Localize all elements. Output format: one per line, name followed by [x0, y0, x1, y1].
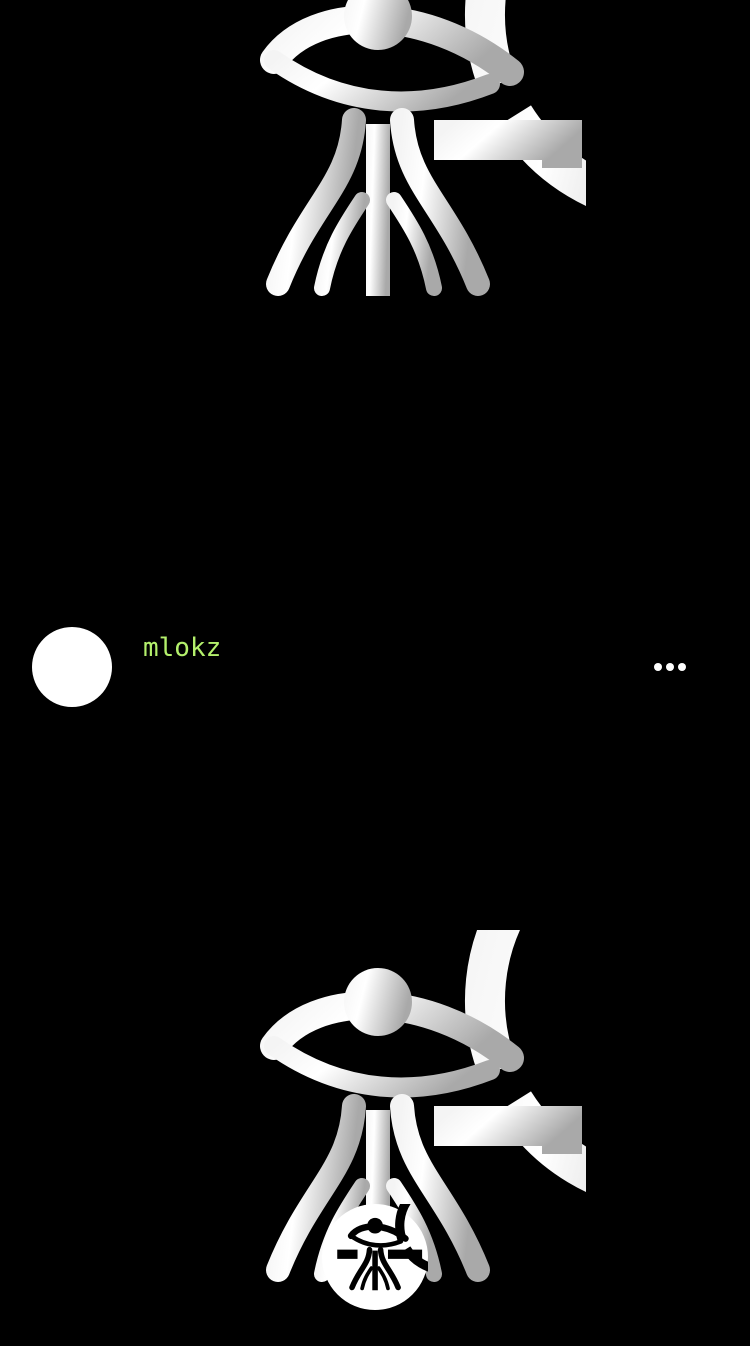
vitruvian-circle-badge-icon[interactable]: [322, 1204, 428, 1310]
username[interactable]: mlokz: [143, 632, 221, 664]
vitruvian-circle-logo-icon: [170, 0, 586, 360]
avatar[interactable]: [32, 627, 112, 707]
more-options-button[interactable]: [642, 650, 698, 684]
post-header: mlokz: [0, 620, 750, 714]
more-horizontal-icon: [654, 663, 686, 671]
